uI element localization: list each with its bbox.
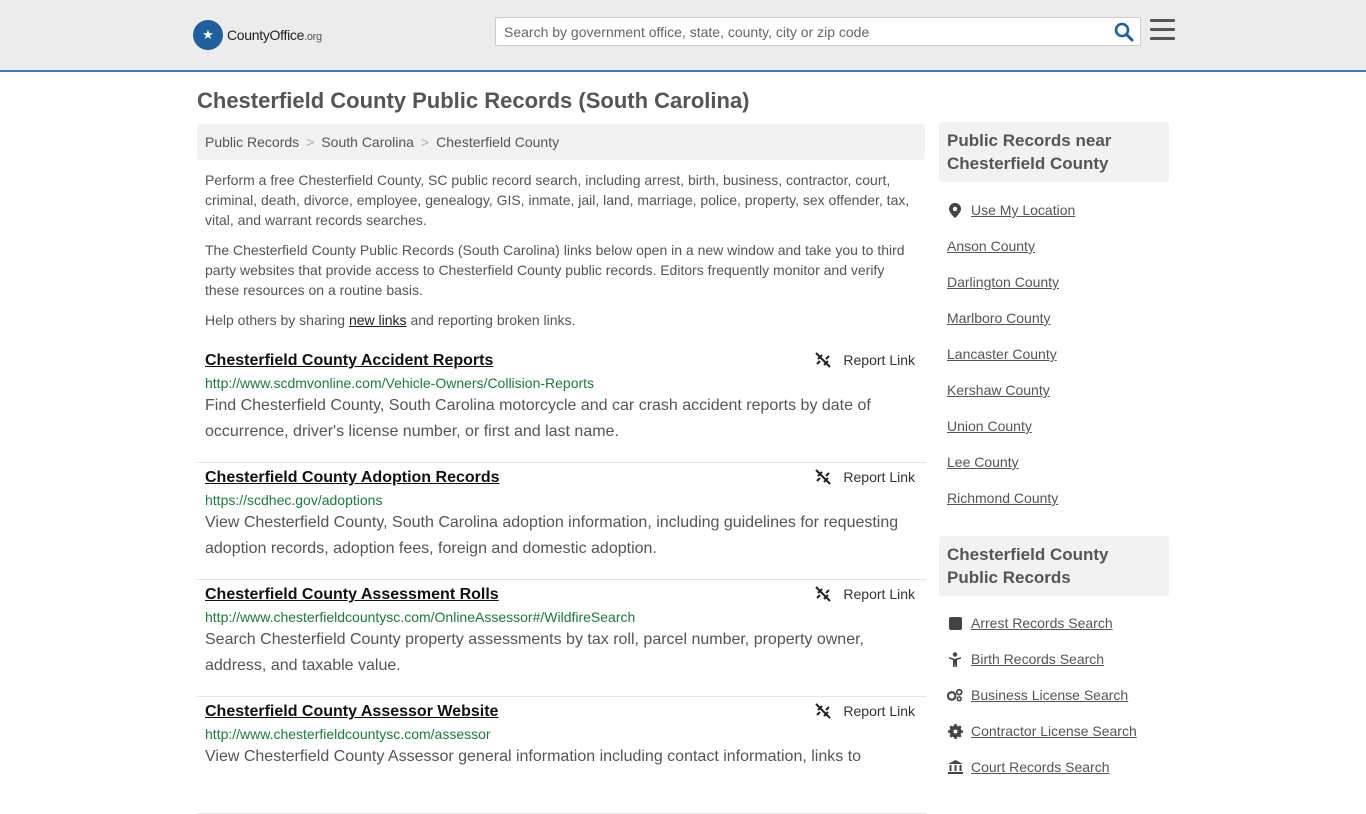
site-logo[interactable]: ★ CountyOffice.org — [193, 20, 322, 50]
nearby-county-link[interactable]: Lee County — [947, 454, 1019, 470]
breadcrumb-chesterfield-county[interactable]: Chesterfield County — [436, 134, 559, 150]
nearby-county-link[interactable]: Richmond County — [947, 490, 1058, 506]
record-item: Chesterfield County Accident Reports Rep… — [197, 346, 926, 463]
report-link-label: Report Link — [843, 586, 915, 602]
nearby-list: Use My Location Anson County Darlington … — [947, 192, 1167, 516]
broken-link-icon — [815, 352, 832, 368]
search-item: Arrest Records Search — [947, 605, 1167, 641]
nearby-county-link[interactable]: Marlboro County — [947, 310, 1051, 326]
search-input[interactable] — [496, 18, 1096, 45]
court-icon — [947, 759, 963, 775]
nearby-county-link[interactable]: Lancaster County — [947, 346, 1057, 362]
record-url: https://scdhec.gov/adoptions — [205, 492, 383, 508]
broken-link-icon — [815, 586, 832, 602]
record-description: View Chesterfield County Assessor genera… — [205, 748, 862, 765]
record-title-link[interactable]: Chesterfield County Assessment Rolls — [205, 586, 499, 604]
record-url: http://www.scdmvonline.com/Vehicle-Owner… — [205, 375, 595, 391]
county-records-list: Arrest Records Search Birth Records Sear… — [947, 605, 1167, 785]
nearby-county-item: Richmond County — [947, 480, 1167, 516]
report-link-button[interactable]: Report Link — [815, 703, 915, 719]
new-links-link[interactable]: new links — [349, 312, 407, 328]
record-item: Chesterfield County Assessor Website Rep… — [197, 697, 926, 814]
record-url: http://www.chesterfieldcountysc.com/Onli… — [205, 609, 636, 625]
breadcrumb-south-carolina[interactable]: South Carolina — [321, 134, 414, 150]
use-my-location-link[interactable]: Use My Location — [971, 202, 1075, 218]
logo-brand: CountyOffice — [227, 27, 305, 43]
business-license-link[interactable]: Business License Search — [971, 687, 1128, 703]
search-item: Birth Records Search — [947, 641, 1167, 677]
nearby-county-item: Kershaw County — [947, 372, 1167, 408]
record-description: Find Chesterfield County, South Carolina… — [205, 397, 871, 440]
disclaimer-paragraph: The Chesterfield County Public Records (… — [205, 242, 905, 298]
map-pin-icon — [947, 202, 963, 218]
record-item: Chesterfield County Adoption Records Rep… — [197, 463, 926, 580]
nearby-county-item: Marlboro County — [947, 300, 1167, 336]
intro-paragraph: Perform a free Chesterfield County, SC p… — [205, 172, 910, 228]
use-location-item: Use My Location — [947, 192, 1167, 228]
report-link-label: Report Link — [843, 469, 915, 485]
record-description: View Chesterfield County, South Carolina… — [205, 514, 899, 557]
breadcrumb-separator: > — [420, 134, 430, 150]
breadcrumb-public-records[interactable]: Public Records — [205, 134, 299, 150]
records-list: Chesterfield County Accident Reports Rep… — [197, 346, 926, 814]
birth-icon — [947, 651, 963, 667]
logo-seal-icon: ★ — [193, 20, 223, 50]
nearby-county-item: Anson County — [947, 228, 1167, 264]
search-icon[interactable] — [1114, 22, 1134, 42]
page-title: Chesterfield County Public Records (Sout… — [197, 88, 750, 113]
court-records-link[interactable]: Court Records Search — [971, 759, 1110, 775]
record-item: Chesterfield County Assessment Rolls Rep… — [197, 580, 926, 697]
nearby-county-item: Lee County — [947, 444, 1167, 480]
county-records-heading: Chesterfield County Public Records — [939, 536, 1169, 596]
record-title-link[interactable]: Chesterfield County Assessor Website — [205, 703, 498, 721]
nearby-county-link[interactable]: Union County — [947, 418, 1032, 434]
contractor-license-link[interactable]: Contractor License Search — [971, 723, 1137, 739]
birth-records-link[interactable]: Birth Records Search — [971, 651, 1104, 667]
nearby-county-item: Lancaster County — [947, 336, 1167, 372]
hamburger-menu-icon[interactable] — [1150, 19, 1175, 41]
nearby-county-link[interactable]: Kershaw County — [947, 382, 1050, 398]
breadcrumb: Public Records > South Carolina > Cheste… — [197, 124, 925, 160]
breadcrumb-separator: > — [306, 134, 315, 150]
record-url: http://www.chesterfieldcountysc.com/asse… — [205, 726, 491, 742]
arrest-icon — [947, 615, 963, 631]
report-link-button[interactable]: Report Link — [815, 352, 915, 368]
search-bar — [495, 17, 1141, 46]
logo-tld: .org — [304, 31, 322, 43]
record-title-link[interactable]: Chesterfield County Adoption Records — [205, 469, 500, 487]
report-link-label: Report Link — [843, 352, 915, 368]
contractor-icon — [947, 723, 963, 739]
report-link-button[interactable]: Report Link — [815, 469, 915, 485]
record-title-link[interactable]: Chesterfield County Accident Reports — [205, 352, 493, 370]
business-icon — [947, 687, 963, 703]
nearby-heading: Public Records near Chesterfield County — [939, 122, 1169, 182]
nearby-county-item: Darlington County — [947, 264, 1167, 300]
search-item: Business License Search — [947, 677, 1167, 713]
nearby-county-link[interactable]: Darlington County — [947, 274, 1059, 290]
report-link-button[interactable]: Report Link — [815, 586, 915, 602]
record-description: Search Chesterfield County property asse… — [205, 631, 864, 674]
search-item: Court Records Search — [947, 749, 1167, 785]
broken-link-icon — [815, 469, 832, 485]
broken-link-icon — [815, 703, 832, 719]
nearby-county-item: Union County — [947, 408, 1167, 444]
search-item: Contractor License Search — [947, 713, 1167, 749]
top-header: ★ CountyOffice.org — [0, 0, 1366, 72]
report-link-label: Report Link — [843, 703, 915, 719]
nearby-county-link[interactable]: Anson County — [947, 238, 1035, 254]
arrest-records-link[interactable]: Arrest Records Search — [971, 615, 1113, 631]
share-paragraph: Help others by sharing new links and rep… — [205, 312, 576, 328]
